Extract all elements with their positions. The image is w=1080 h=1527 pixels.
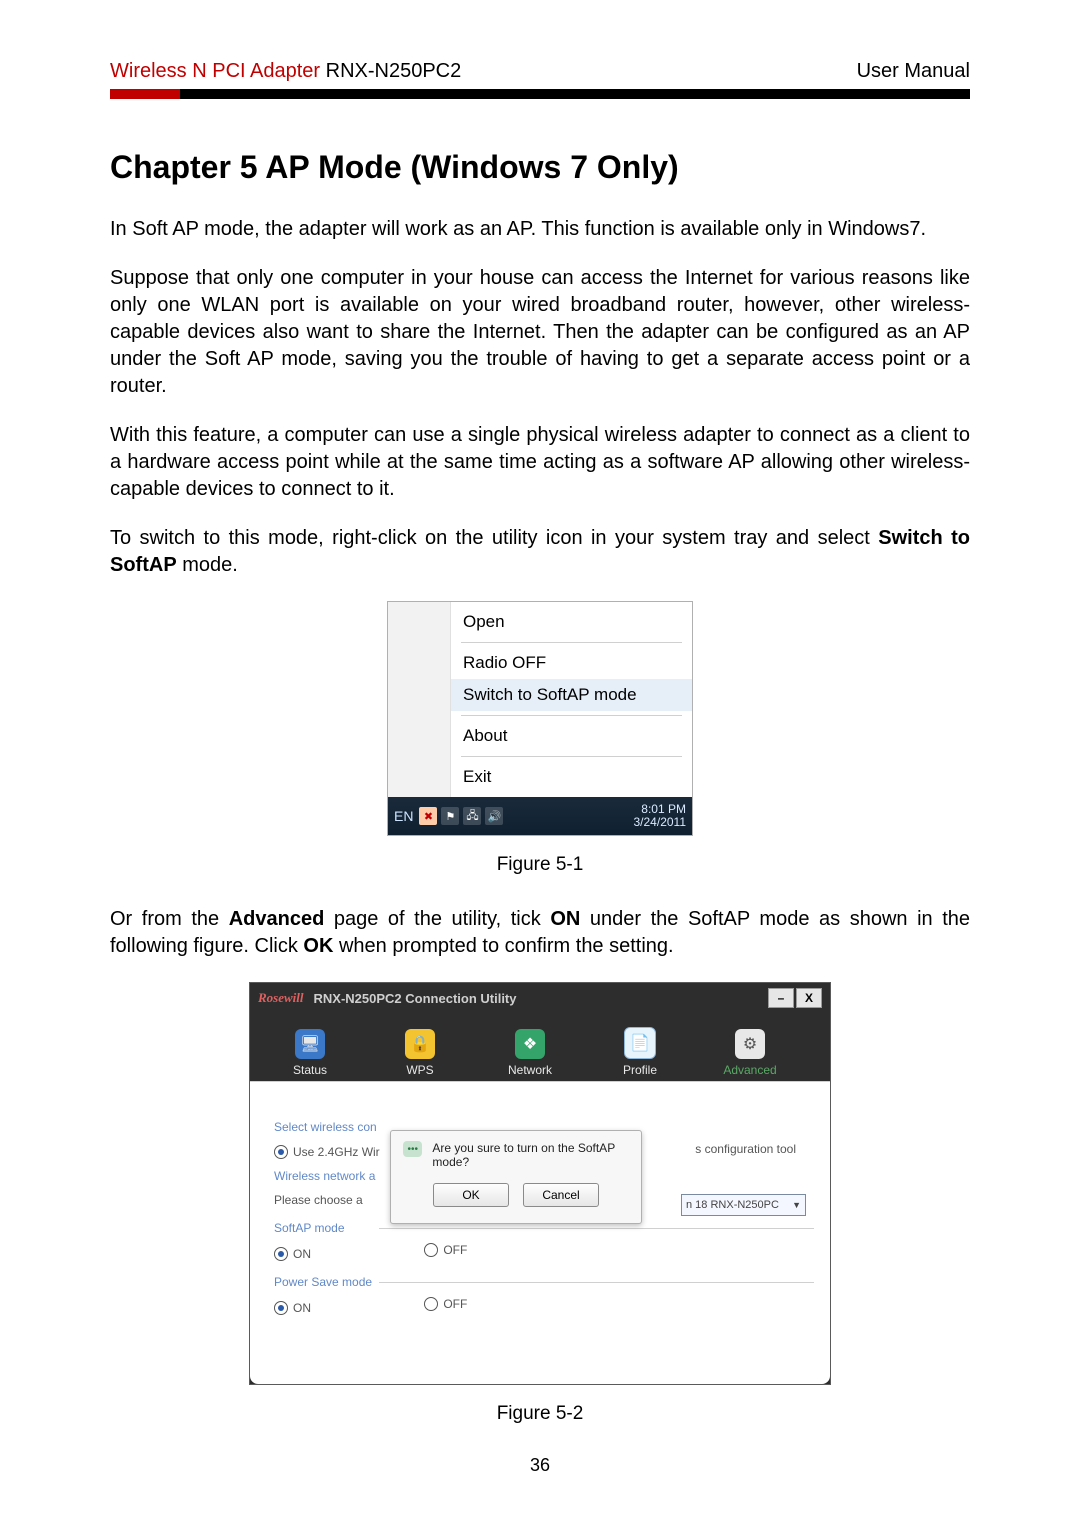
tray-flag-icon[interactable]: ✖ (419, 807, 437, 825)
page-number: 36 (110, 1455, 970, 1476)
dialog-info-icon: ••• (403, 1141, 422, 1157)
wps-icon: 🔒 (405, 1029, 435, 1059)
dialog-message: Are you sure to turn on the SoftAP mode? (432, 1141, 629, 1169)
chevron-down-icon: ▼ (792, 1200, 801, 1210)
product-name-red: Wireless N PCI Adapter (110, 60, 320, 82)
window-title: RNX-N250PC2 Connection Utility (314, 991, 517, 1006)
ok-button[interactable]: OK (433, 1183, 509, 1207)
radio-power-on[interactable]: ON (274, 1301, 311, 1315)
tray-icons: ✖ ⚑ 🖧 🔊 (419, 807, 503, 825)
section-power-save: Power Save mode (274, 1275, 814, 1289)
tab-status[interactable]: 🖥 Status (270, 1029, 350, 1077)
status-icon: 🖥 (295, 1029, 325, 1059)
tray-network-icon[interactable]: 🖧 (463, 807, 481, 825)
tab-profile[interactable]: 📄 Profile (600, 1027, 680, 1077)
network-icon: ❖ (515, 1029, 545, 1059)
radio-softap-off[interactable]: OFF (424, 1243, 467, 1257)
profile-icon: 📄 (624, 1027, 656, 1059)
tray-volume-icon[interactable]: 🔊 (485, 807, 503, 825)
figure-5-2-caption: Figure 5-2 (110, 1403, 970, 1425)
header-right: User Manual (857, 60, 970, 83)
tab-network[interactable]: ❖ Network (490, 1029, 570, 1077)
para-2: Suppose that only one computer in your h… (110, 265, 970, 400)
figure-5-2: Rosewill RNX-N250PC2 Connection Utility … (249, 982, 831, 1385)
figure-5-1: Open Radio OFF Switch to SoftAP mode Abo… (387, 601, 693, 836)
chapter-title: Chapter 5 AP Mode (Windows 7 Only) (110, 149, 970, 186)
para-1: In Soft AP mode, the adapter will work a… (110, 216, 970, 243)
figure-5-1-caption: Figure 5-1 (110, 854, 970, 876)
window-titlebar: Rosewill RNX-N250PC2 Connection Utility … (250, 983, 830, 1013)
menu-item-open[interactable]: Open (451, 606, 692, 638)
language-indicator[interactable]: EN (394, 808, 413, 824)
taskbar-clock[interactable]: 8:01 PM3/24/2011 (634, 803, 687, 829)
tab-wps[interactable]: 🔒 WPS (380, 1029, 460, 1077)
advanced-panel: Select wireless con Use 2.4GHz Wir Wirel… (250, 1081, 830, 1372)
header-rule (110, 89, 970, 99)
menu-item-radio-off[interactable]: Radio OFF (451, 647, 692, 679)
menu-item-exit[interactable]: Exit (451, 761, 692, 793)
taskbar: EN ✖ ⚑ 🖧 🔊 8:01 PM3/24/2011 (388, 797, 692, 835)
minimize-button[interactable]: – (768, 988, 794, 1008)
para-3: With this feature, a computer can use a … (110, 422, 970, 503)
tab-advanced[interactable]: ⚙ Advanced (710, 1029, 790, 1077)
label-config-tool: s configuration tool (695, 1142, 796, 1156)
advanced-icon: ⚙ (735, 1029, 765, 1059)
para-4: To switch to this mode, right-click on t… (110, 525, 970, 579)
radio-power-off[interactable]: OFF (424, 1297, 467, 1311)
radio-softap-on[interactable]: ON (274, 1247, 311, 1261)
adapter-dropdown[interactable]: n 18 RNX-N250PC▼ (681, 1194, 806, 1216)
cancel-button[interactable]: Cancel (523, 1183, 599, 1207)
tab-bar: 🖥 Status 🔒 WPS ❖ Network 📄 Profile ⚙ Adv… (250, 1013, 830, 1081)
para-5: Or from the Advanced page of the utility… (110, 906, 970, 960)
menu-item-about[interactable]: About (451, 720, 692, 752)
running-header: Wireless N PCI Adapter RNX-N250PC2 User … (110, 60, 970, 83)
tray-action-center-icon[interactable]: ⚑ (441, 807, 459, 825)
menu-item-switch-softap[interactable]: Switch to SoftAP mode (451, 679, 692, 711)
brand-logo: Rosewill (258, 990, 304, 1006)
close-button[interactable]: X (796, 988, 822, 1008)
confirm-dialog: ••• Are you sure to turn on the SoftAP m… (390, 1130, 642, 1224)
product-name-black: RNX-N250PC2 (320, 60, 461, 82)
